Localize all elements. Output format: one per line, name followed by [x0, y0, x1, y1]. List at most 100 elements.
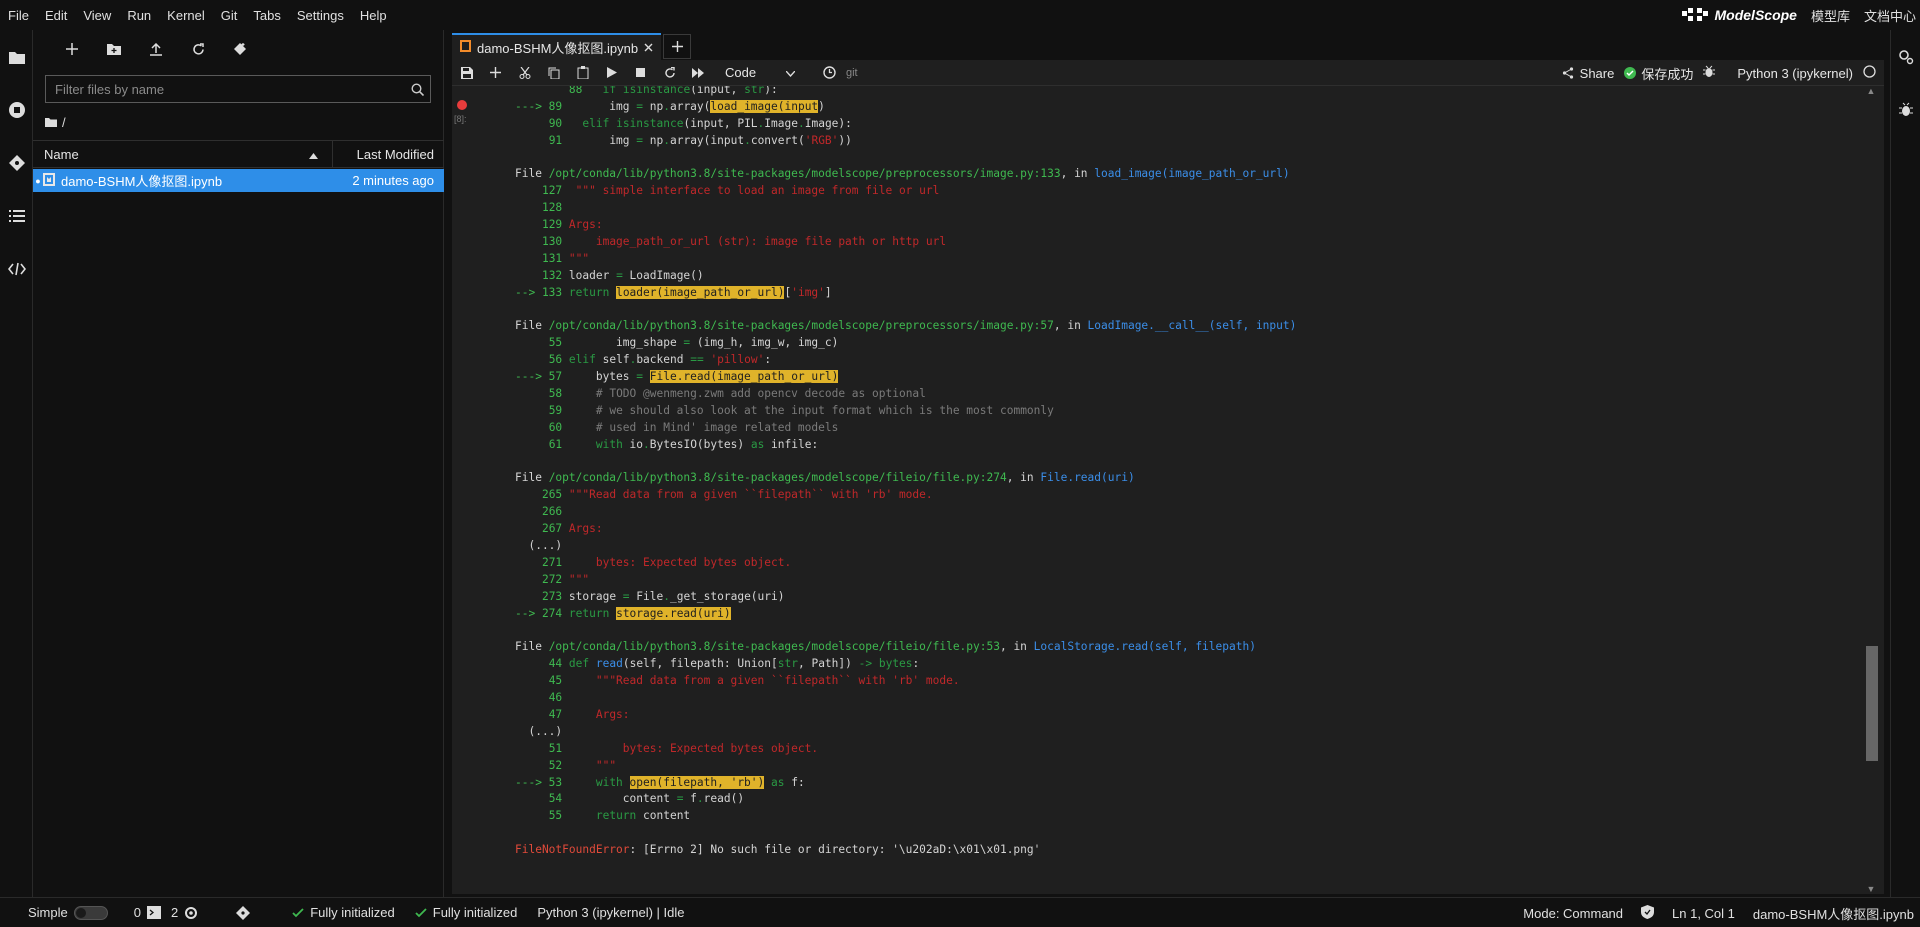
git-icon[interactable] [0, 136, 33, 189]
traceback-line [515, 623, 1862, 640]
cell-output-traceback[interactable]: 88 if isinstance(input, str): ---> 89 img… [515, 86, 1862, 859]
traceback-segment: Args: [562, 522, 603, 536]
traceback-segment [515, 522, 542, 535]
file-list-item[interactable]: ● damo-BSHM人像抠图.ipynb 2 minutes ago [33, 169, 444, 192]
debugger-icon[interactable] [1891, 83, 1920, 136]
traceback-line: 88 if isinstance(input, str): [515, 86, 1862, 99]
traceback-segment [515, 708, 549, 721]
paste-icon[interactable] [568, 61, 597, 85]
tab-bar: damo-BSHM人像抠图.ipynb [445, 30, 1890, 60]
modelscope-logo[interactable]: ModelScope [1681, 7, 1797, 23]
menu-run[interactable]: Run [119, 8, 159, 23]
traceback-line: 51 bytes: Expected bytes object. [515, 741, 1862, 758]
traceback-segment: 44 [548, 657, 563, 671]
traceback-segment: if [602, 86, 617, 96]
restart-icon[interactable] [655, 61, 684, 85]
code-icon[interactable] [0, 242, 33, 295]
traceback-segment [515, 573, 542, 586]
traceback-segment: load_image( [710, 99, 785, 113]
last-modified-column-header[interactable]: Last Modified [333, 147, 444, 162]
kernel-name[interactable]: Python 3 (ipykernel) [1737, 66, 1853, 81]
traceback-segment: bytes [878, 657, 913, 671]
git-status[interactable] [236, 905, 251, 920]
table-of-contents-icon[interactable] [0, 189, 33, 242]
traceback-segment [515, 235, 542, 248]
menu-edit[interactable]: Edit [37, 8, 75, 23]
menu-kernel[interactable]: Kernel [159, 8, 213, 23]
copy-icon[interactable] [539, 61, 568, 85]
scrollbar-thumb[interactable] [1866, 646, 1878, 761]
stop-icon[interactable] [626, 61, 655, 85]
fast-forward-icon[interactable] [684, 61, 713, 85]
close-tab-icon[interactable] [644, 40, 653, 55]
running-kernels-icon[interactable] [0, 83, 33, 136]
modelscope-logo-icon [1681, 8, 1708, 21]
lsp-status-1[interactable]: Fully initialized [292, 905, 395, 920]
traceback-segment [589, 657, 596, 670]
docs-center-link[interactable]: 文档中心 [1864, 6, 1916, 25]
menu-settings[interactable]: Settings [289, 8, 352, 23]
traceback-line: (...) [515, 538, 1862, 555]
notebook-file-icon [43, 172, 55, 189]
right-sidebar [1890, 30, 1920, 897]
share-button[interactable]: Share [1562, 66, 1614, 81]
new-launcher-button[interactable] [51, 34, 93, 64]
traceback-segment: with [595, 437, 623, 451]
traceback-segment: . [696, 792, 704, 806]
traceback-segment: np [643, 99, 664, 113]
kernels-count[interactable]: 2 [171, 905, 198, 920]
traceback-segment: FileNotFoundError [515, 843, 630, 857]
bug-icon[interactable] [1703, 65, 1716, 81]
save-icon[interactable] [452, 61, 481, 85]
menu-git[interactable]: Git [213, 8, 246, 23]
insert-cell-icon[interactable] [481, 61, 510, 85]
menu-tabs[interactable]: Tabs [245, 8, 288, 23]
git-clone-button[interactable] [219, 34, 261, 64]
breadcrumb-root[interactable]: / [62, 115, 66, 130]
traceback-segment: (self, filepath: Union[ [622, 657, 778, 671]
simple-mode-toggle[interactable] [73, 905, 108, 920]
menu-file[interactable]: File [0, 8, 37, 23]
traceback-line [515, 302, 1862, 319]
upload-button[interactable] [135, 34, 177, 64]
menu-view[interactable]: View [75, 8, 119, 23]
terminals-count[interactable]: 0 [134, 905, 161, 920]
new-tab-button[interactable] [663, 34, 692, 59]
name-column-header[interactable]: Name [33, 141, 333, 167]
clock-icon[interactable] [815, 61, 844, 85]
traceback-segment: (self, input) [1208, 319, 1297, 333]
scroll-up-icon[interactable]: ▲ [1864, 86, 1878, 96]
status-filename[interactable]: damo-BSHM人像抠图.ipynb [1753, 904, 1914, 923]
refresh-button[interactable] [177, 34, 219, 64]
cut-icon[interactable] [510, 61, 539, 85]
save-status: 保存成功 [1624, 64, 1693, 83]
lsp-status-2[interactable]: Fully initialized [415, 905, 517, 920]
traceback-segment [616, 86, 623, 96]
traceback-segment [515, 674, 549, 687]
menu-help[interactable]: Help [352, 8, 395, 23]
traceback-line: 130 image_path_or_url (str): image file … [515, 234, 1862, 251]
model-library-link[interactable]: 模型库 [1811, 6, 1850, 25]
simple-mode-label: Simple [28, 905, 68, 920]
notebook-toolbar: Code git Share 保存成功 Python 3 (ipykernel) [452, 60, 1884, 86]
tab-notebook[interactable]: damo-BSHM人像抠图.ipynb [452, 33, 662, 60]
traceback-segment: 'RGB' [804, 133, 839, 147]
shield-icon[interactable] [1641, 904, 1655, 922]
cell-type-select[interactable]: Code [725, 65, 815, 80]
traceback-segment: with [595, 775, 623, 789]
scroll-down-icon[interactable]: ▼ [1864, 884, 1878, 894]
kernel-status[interactable]: Python 3 (ipykernel) | Idle [537, 905, 684, 920]
vertical-scrollbar[interactable]: ▲ ▼ [1864, 86, 1878, 894]
file-filter-input[interactable] [46, 76, 404, 102]
folder-icon[interactable] [0, 30, 33, 83]
git-diff-label[interactable]: git [846, 67, 858, 79]
cursor-position[interactable]: Ln 1, Col 1 [1672, 906, 1735, 921]
notebook-mode[interactable]: Mode: Command [1523, 906, 1623, 921]
traceback-segment: , in [1060, 167, 1095, 181]
traceback-segment: (input, PIL [683, 116, 758, 130]
traceback-segment: 55 [548, 336, 563, 350]
folder-icon[interactable] [45, 115, 57, 130]
property-inspector-icon[interactable] [1891, 30, 1920, 83]
run-icon[interactable] [597, 61, 626, 85]
new-folder-button[interactable] [93, 34, 135, 64]
